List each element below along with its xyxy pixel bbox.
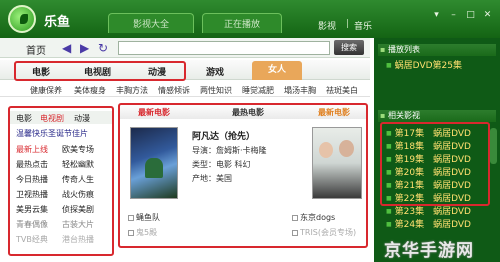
close-icon[interactable]: ✕ [481,10,494,21]
search-button[interactable]: 搜索 [334,40,364,55]
navigation-bar: 首页 ◀ ▶ ↻ 搜索 [0,38,370,58]
minimize-icon[interactable]: – [447,10,460,21]
menu-dropdown-icon[interactable]: ▾ [430,10,443,21]
scrollbar[interactable] [490,128,497,164]
related-header: 相关影视 [378,110,496,122]
tab-now-playing[interactable]: 正在播放 [202,13,282,33]
watermark: 京华手游网 [384,241,474,261]
home-link[interactable]: 首页 [26,42,46,57]
refresh-icon[interactable]: ↻ [98,41,108,55]
subtag[interactable]: 祛斑美白 [326,85,358,96]
highlight-box-right [380,122,490,206]
list-item[interactable]: 第24集 蜗居DVD [386,217,471,230]
subtag[interactable]: 两性知识 [200,85,232,96]
subtag[interactable]: 塌汤丰胸 [284,85,316,96]
highlight-box-main [118,103,368,248]
subtag[interactable]: 美体瘦身 [74,85,106,96]
tab-video-library[interactable]: 影视大全 [108,13,194,33]
link-video[interactable]: 影视 [318,19,336,32]
divider: | [346,19,350,29]
link-music[interactable]: 音乐 [354,19,372,32]
highlight-box-left [8,106,114,256]
subtag[interactable]: 健康保养 [30,85,62,96]
search-input[interactable] [118,41,330,55]
now-playing-item[interactable]: 蜗居DVD第25集 [386,58,462,71]
forward-icon[interactable]: ▶ [80,41,89,55]
subtag[interactable]: 睡觉减肥 [242,85,274,96]
sub-tags: 健康保养 美体瘦身 丰胸方法 情感倾诉 两性知识 睡觉减肥 塌汤丰胸 祛斑美白 [0,81,370,97]
subtag[interactable]: 情感倾诉 [158,85,190,96]
highlight-box-categories [14,61,186,81]
tab-games[interactable]: 游戏 [206,65,224,78]
fish-logo-icon [8,5,36,33]
app-name: 乐鱼 [44,15,71,30]
playlist-header: 播放列表 [378,44,496,56]
tab-women[interactable]: 女人 [252,61,302,80]
back-icon[interactable]: ◀ [62,41,71,55]
subtag[interactable]: 丰胸方法 [116,85,148,96]
maximize-icon[interactable]: □ [464,10,477,21]
title-bar: 乐鱼 影视大全 正在播放 影视 | 音乐 ▾ – □ ✕ [0,0,500,38]
